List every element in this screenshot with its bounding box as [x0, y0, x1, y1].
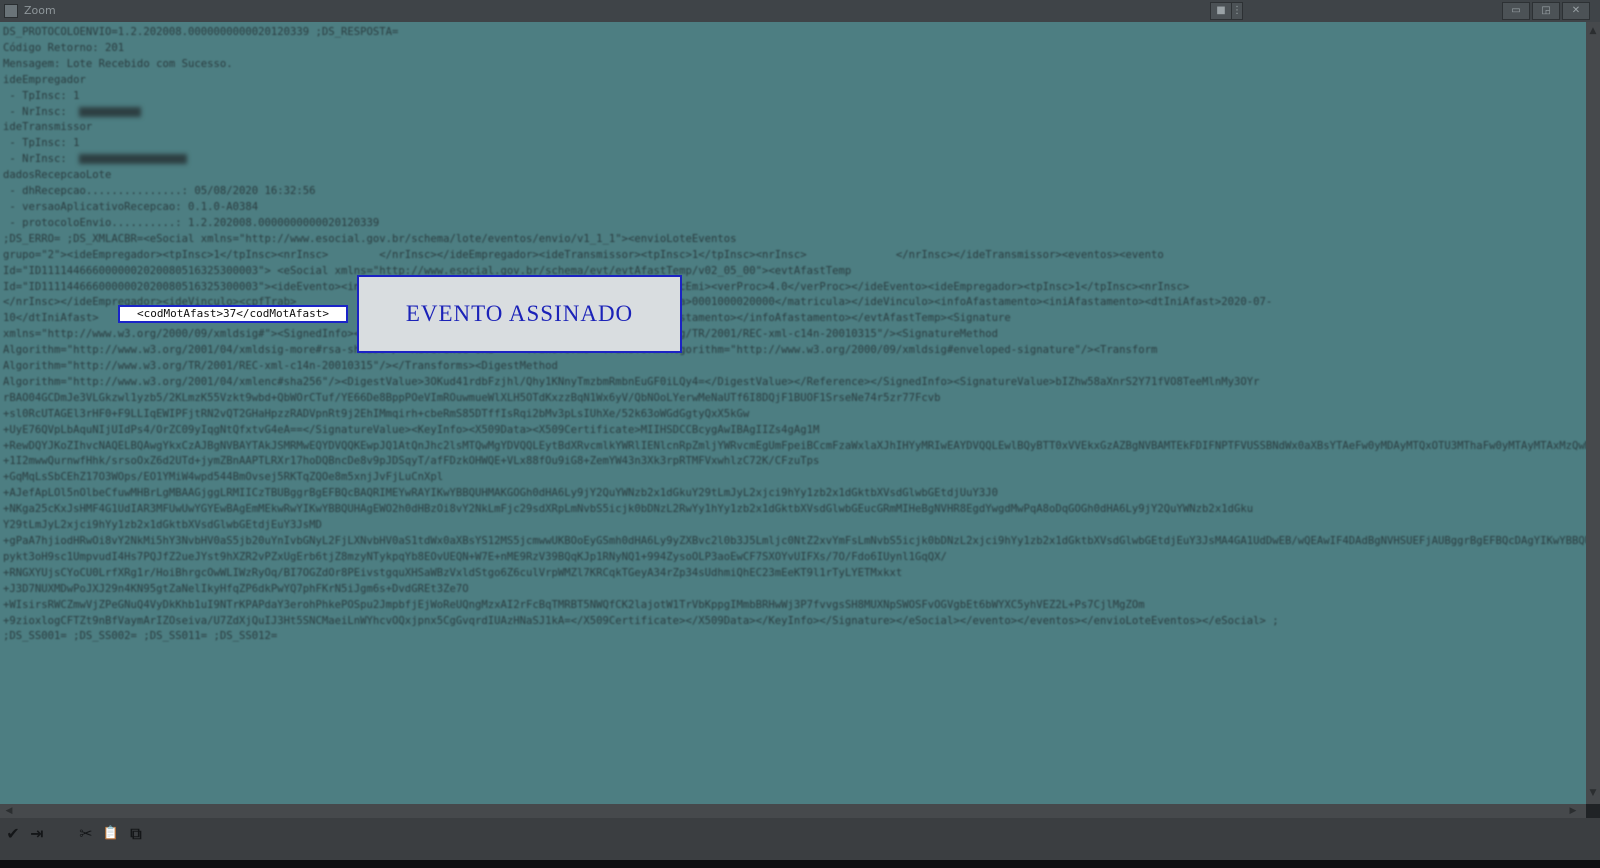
editor-line: Y29tLmJyL2xjci9hYy1zb2x1dGktbXVsdGlwbGEt… — [3, 519, 322, 532]
redacted-value — [78, 106, 141, 117]
editor-line: +9zioxlogCFTZt9nBfVaymArIZOseiva/U7ZdXjQ… — [3, 614, 1279, 627]
editor-line: ideEmpregador — [3, 73, 86, 86]
app-icon — [4, 4, 18, 18]
window-title: Zoom — [24, 4, 56, 17]
editor-line: - NrInsc: — [3, 105, 67, 118]
editor-line: rBAO04GCDmJe3VLGkzwl1yzb5/2KLmzK55Vzkt9w… — [3, 391, 941, 404]
cut-icon[interactable]: ✂ — [76, 824, 96, 844]
editor-line: +RNGXYUjsCYoCU0LrfXRg1r/HoiBhrgcOwWLIWzR… — [3, 566, 903, 579]
camera-icon: ■ — [1216, 5, 1226, 16]
confirm-icon[interactable]: ✔ — [3, 824, 23, 844]
scroll-left-icon[interactable]: ◀ — [4, 806, 14, 816]
editor-line: +J3D7NUXMDwPoJXJ29n4KN95gtZaNelIkyHfqZP6… — [3, 582, 469, 595]
editor-line: +NKga25cKxJsHMF4G1UdIAR3MFUwUwYGYEwBAgEm… — [3, 503, 1254, 516]
codmotafast-highlight: <codMotAfast>37</codMotAfast> — [118, 305, 348, 323]
editor-line: ;DS_SS001= ;DS_SS002= ;DS_SS011= ;DS_SS0… — [3, 630, 278, 643]
editor-line: +UyE76QVpLbAquNIjUIdPs4/OrZC09yIqgNtQfxt… — [3, 423, 820, 436]
exit-icon[interactable]: ⇥ — [27, 824, 47, 844]
scroll-down-icon[interactable]: ▼ — [1588, 788, 1598, 798]
minimize-button[interactable]: ▭ — [1502, 2, 1530, 20]
editor-line: +gPaA7hjiodHRwOi8vY2NkMi5hY3NvbHV0aS5jb2… — [3, 535, 1586, 547]
xml-response-editor[interactable]: DS_PROTOCOLOENVIO=1.2.202008.00000000000… — [0, 22, 1586, 804]
status-strip — [0, 860, 1600, 868]
editor-line: pykt3oH9sc1UmpvudI4Hs7PQJfZ2ueJYst9hXZR2… — [3, 550, 947, 563]
evento-assinado-stamp: EVENTO ASSINADO — [357, 275, 682, 353]
editor-line: +WIsirsRWCZmwVjZPeGNuQ4VyDkKhb1uI9NTrKPA… — [3, 598, 1145, 611]
editor-line: +GqMqLsSbCEhZ17O3WOps/EO1YMiW4wpd544BmOv… — [3, 471, 444, 484]
editor-line: ;DS_ERRO= ;DS_XMLACBR=<eSocial xmlns="ht… — [3, 232, 737, 245]
chevron-down-icon: ⋮ — [1232, 5, 1242, 16]
camera-menu-button[interactable]: ⋮ — [1231, 2, 1243, 20]
restore-button[interactable]: ◲ — [1532, 2, 1560, 20]
editor-text[interactable]: DS_PROTOCOLOENVIO=1.2.202008.00000000000… — [0, 22, 1586, 645]
scroll-right-icon[interactable]: ▶ — [1568, 806, 1578, 816]
editor-line: - dhRecepcao...............: 05/08/2020 … — [3, 185, 316, 198]
editor-line: DS_PROTOCOLOENVIO=1.2.202008.00000000000… — [3, 26, 399, 38]
editor-line: dadosRecepcaoLote — [3, 169, 112, 182]
editor-line: Algorithm="http://www.w3.org/TR/2001/REC… — [3, 360, 558, 373]
editor-line: - protocoloEnvio..........: 1.2.202008.0… — [3, 216, 380, 229]
editor-line: Mensagem: Lote Recebido com Sucesso. — [3, 57, 233, 70]
editor-line: ideTransmissor — [3, 121, 93, 134]
copy-icon[interactable]: ⧉ — [126, 824, 146, 844]
editor-line: - TpInsc: 1 — [3, 137, 80, 150]
editor-line: Algorithm="http://www.w3.org/2001/04/xml… — [3, 375, 1260, 388]
paste-icon[interactable]: 📋 — [101, 824, 121, 844]
close-button[interactable]: ✕ — [1562, 2, 1590, 20]
editor-line: +AJefApLOl5nOlbeCfuwMHBrLgMBAAGjggLRMIIC… — [3, 487, 998, 500]
vertical-scrollbar[interactable]: ▲ ▼ — [1586, 22, 1600, 804]
window-titlebar: Zoom ■ ⋮ ▭ ◲ ✕ — [0, 0, 1600, 22]
redacted-value — [78, 154, 187, 165]
editor-line: +RewDQYJKoZIhvcNAQELBQAwgYkxCzAJBgNVBAYT… — [3, 439, 1586, 452]
editor-line: +sl0RcUTAGEl3rHF0+F9LLIqEWIPFjtRN2vQT2GH… — [3, 407, 750, 420]
camera-button[interactable]: ■ — [1210, 2, 1232, 20]
horizontal-scrollbar[interactable]: ◀ ▶ — [0, 804, 1586, 818]
editor-line: grupo="2"><ideEmpregador><tpInsc>1</tpIn… — [3, 248, 1164, 261]
editor-line: - NrInsc: — [3, 153, 67, 166]
editor-line: - TpInsc: 1 — [3, 89, 80, 102]
scroll-up-icon[interactable]: ▲ — [1588, 26, 1598, 36]
editor-line: +1I2mwwQurnwfHhk/srsoOxZ6d2UTd+jymZBnAAP… — [3, 455, 820, 468]
editor-line: - versaoAplicativoRecepcao: 0.1.0-A0384 — [3, 200, 259, 213]
bottom-toolbar: ✔ ⇥ ✂ 📋 ⧉ — [0, 818, 1600, 860]
editor-line: Código Retorno: 201 — [3, 41, 125, 54]
